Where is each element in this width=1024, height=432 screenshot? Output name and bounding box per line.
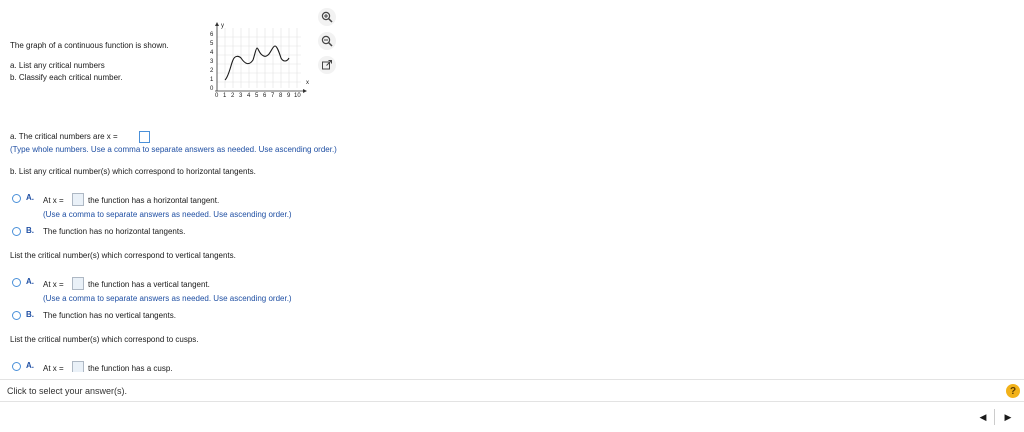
status-text: Click to select your answer(s). [7,386,128,396]
vertical-option-a-hint: (Use a comma to separate answers as need… [43,294,292,303]
horizontal-prompt: b. List any critical number(s) which cor… [10,167,256,176]
cusp-input[interactable] [72,361,84,372]
y-axis-label: y [221,23,224,29]
horizontal-option-b-letter: B. [26,226,34,235]
answer-a-hint: (Type whole numbers. Use a comma to sepa… [10,145,337,154]
x-tick-4: 4 [247,93,251,99]
vertical-option-b-text: The function has no vertical tangents. [43,311,176,320]
y-tick-5: 5 [210,41,214,47]
y-tick-0: 0 [210,86,214,92]
horizontal-option-a-pre: At x = [43,196,64,205]
cusps-prompt: List the critical number(s) which corres… [10,335,199,344]
horizontal-option-a-letter: A. [26,193,34,202]
vertical-option-a-pre: At x = [43,280,64,289]
x-tick-6: 6 [263,93,267,99]
zoom-in-button[interactable] [318,8,336,26]
popout-button[interactable] [318,56,336,74]
vertical-option-a-post: the function has a vertical tangent. [88,280,210,289]
y-tick-1: 1 [210,77,214,83]
question-part-b: b. Classify each critical number. [10,73,123,82]
x-axis-label: x [306,80,309,86]
horizontal-option-a-radio[interactable] [12,194,21,203]
cusps-option-a-letter: A. [26,361,34,370]
y-tick-6: 6 [210,32,214,38]
cusps-option-a-post: the function has a cusp. [88,364,173,373]
vertical-option-b-radio[interactable] [12,311,21,320]
question-intro: The graph of a continuous function is sh… [10,41,169,50]
cusps-option-a-pre: At x = [43,364,64,373]
horizontal-option-b-text: The function has no horizontal tangents. [43,227,186,236]
x-tick-8: 8 [279,93,283,99]
nav-divider [994,409,995,425]
horizontal-option-b-radio[interactable] [12,227,21,236]
footer-divider-bottom [0,401,1024,402]
zoom-out-button[interactable] [318,32,336,50]
y-tick-3: 3 [210,59,214,65]
popout-icon [322,60,332,70]
x-tick-10: 10 [294,93,301,99]
function-graph: y x 0 1 2 3 4 5 6 0 1 2 3 4 5 6 7 8 9 10 [203,18,315,104]
cusps-option-a-radio[interactable] [12,362,21,371]
vertical-option-a-letter: A. [26,277,34,286]
previous-button[interactable]: ◀ [975,409,991,425]
next-button[interactable]: ▶ [1000,409,1016,425]
x-tick-3: 3 [239,93,243,99]
zoom-out-icon [321,35,333,47]
x-tick-1: 1 [223,93,227,99]
horizontal-option-a-hint: (Use a comma to separate answers as need… [43,210,292,219]
vertical-option-a-radio[interactable] [12,278,21,287]
y-tick-4: 4 [210,50,214,56]
question-part-a: a. List any critical numbers [10,61,105,70]
x-tick-7: 7 [271,93,275,99]
footer-divider-top [0,379,1024,380]
graph-svg [215,22,307,93]
vertical-tangent-input[interactable] [72,277,84,290]
help-button[interactable]: ? [1006,384,1020,398]
x-tick-0: 0 [215,93,219,99]
x-tick-9: 9 [287,93,291,99]
answer-a-prompt: a. The critical numbers are x = [10,132,118,141]
horizontal-tangent-input[interactable] [72,193,84,206]
vertical-option-b-letter: B. [26,310,34,319]
x-tick-5: 5 [255,93,259,99]
horizontal-option-a-post: the function has a horizontal tangent. [88,196,220,205]
critical-numbers-input[interactable] [139,131,150,143]
y-tick-2: 2 [210,68,214,74]
zoom-in-icon [321,11,333,23]
x-tick-2: 2 [231,93,235,99]
vertical-prompt: List the critical number(s) which corres… [10,251,236,260]
